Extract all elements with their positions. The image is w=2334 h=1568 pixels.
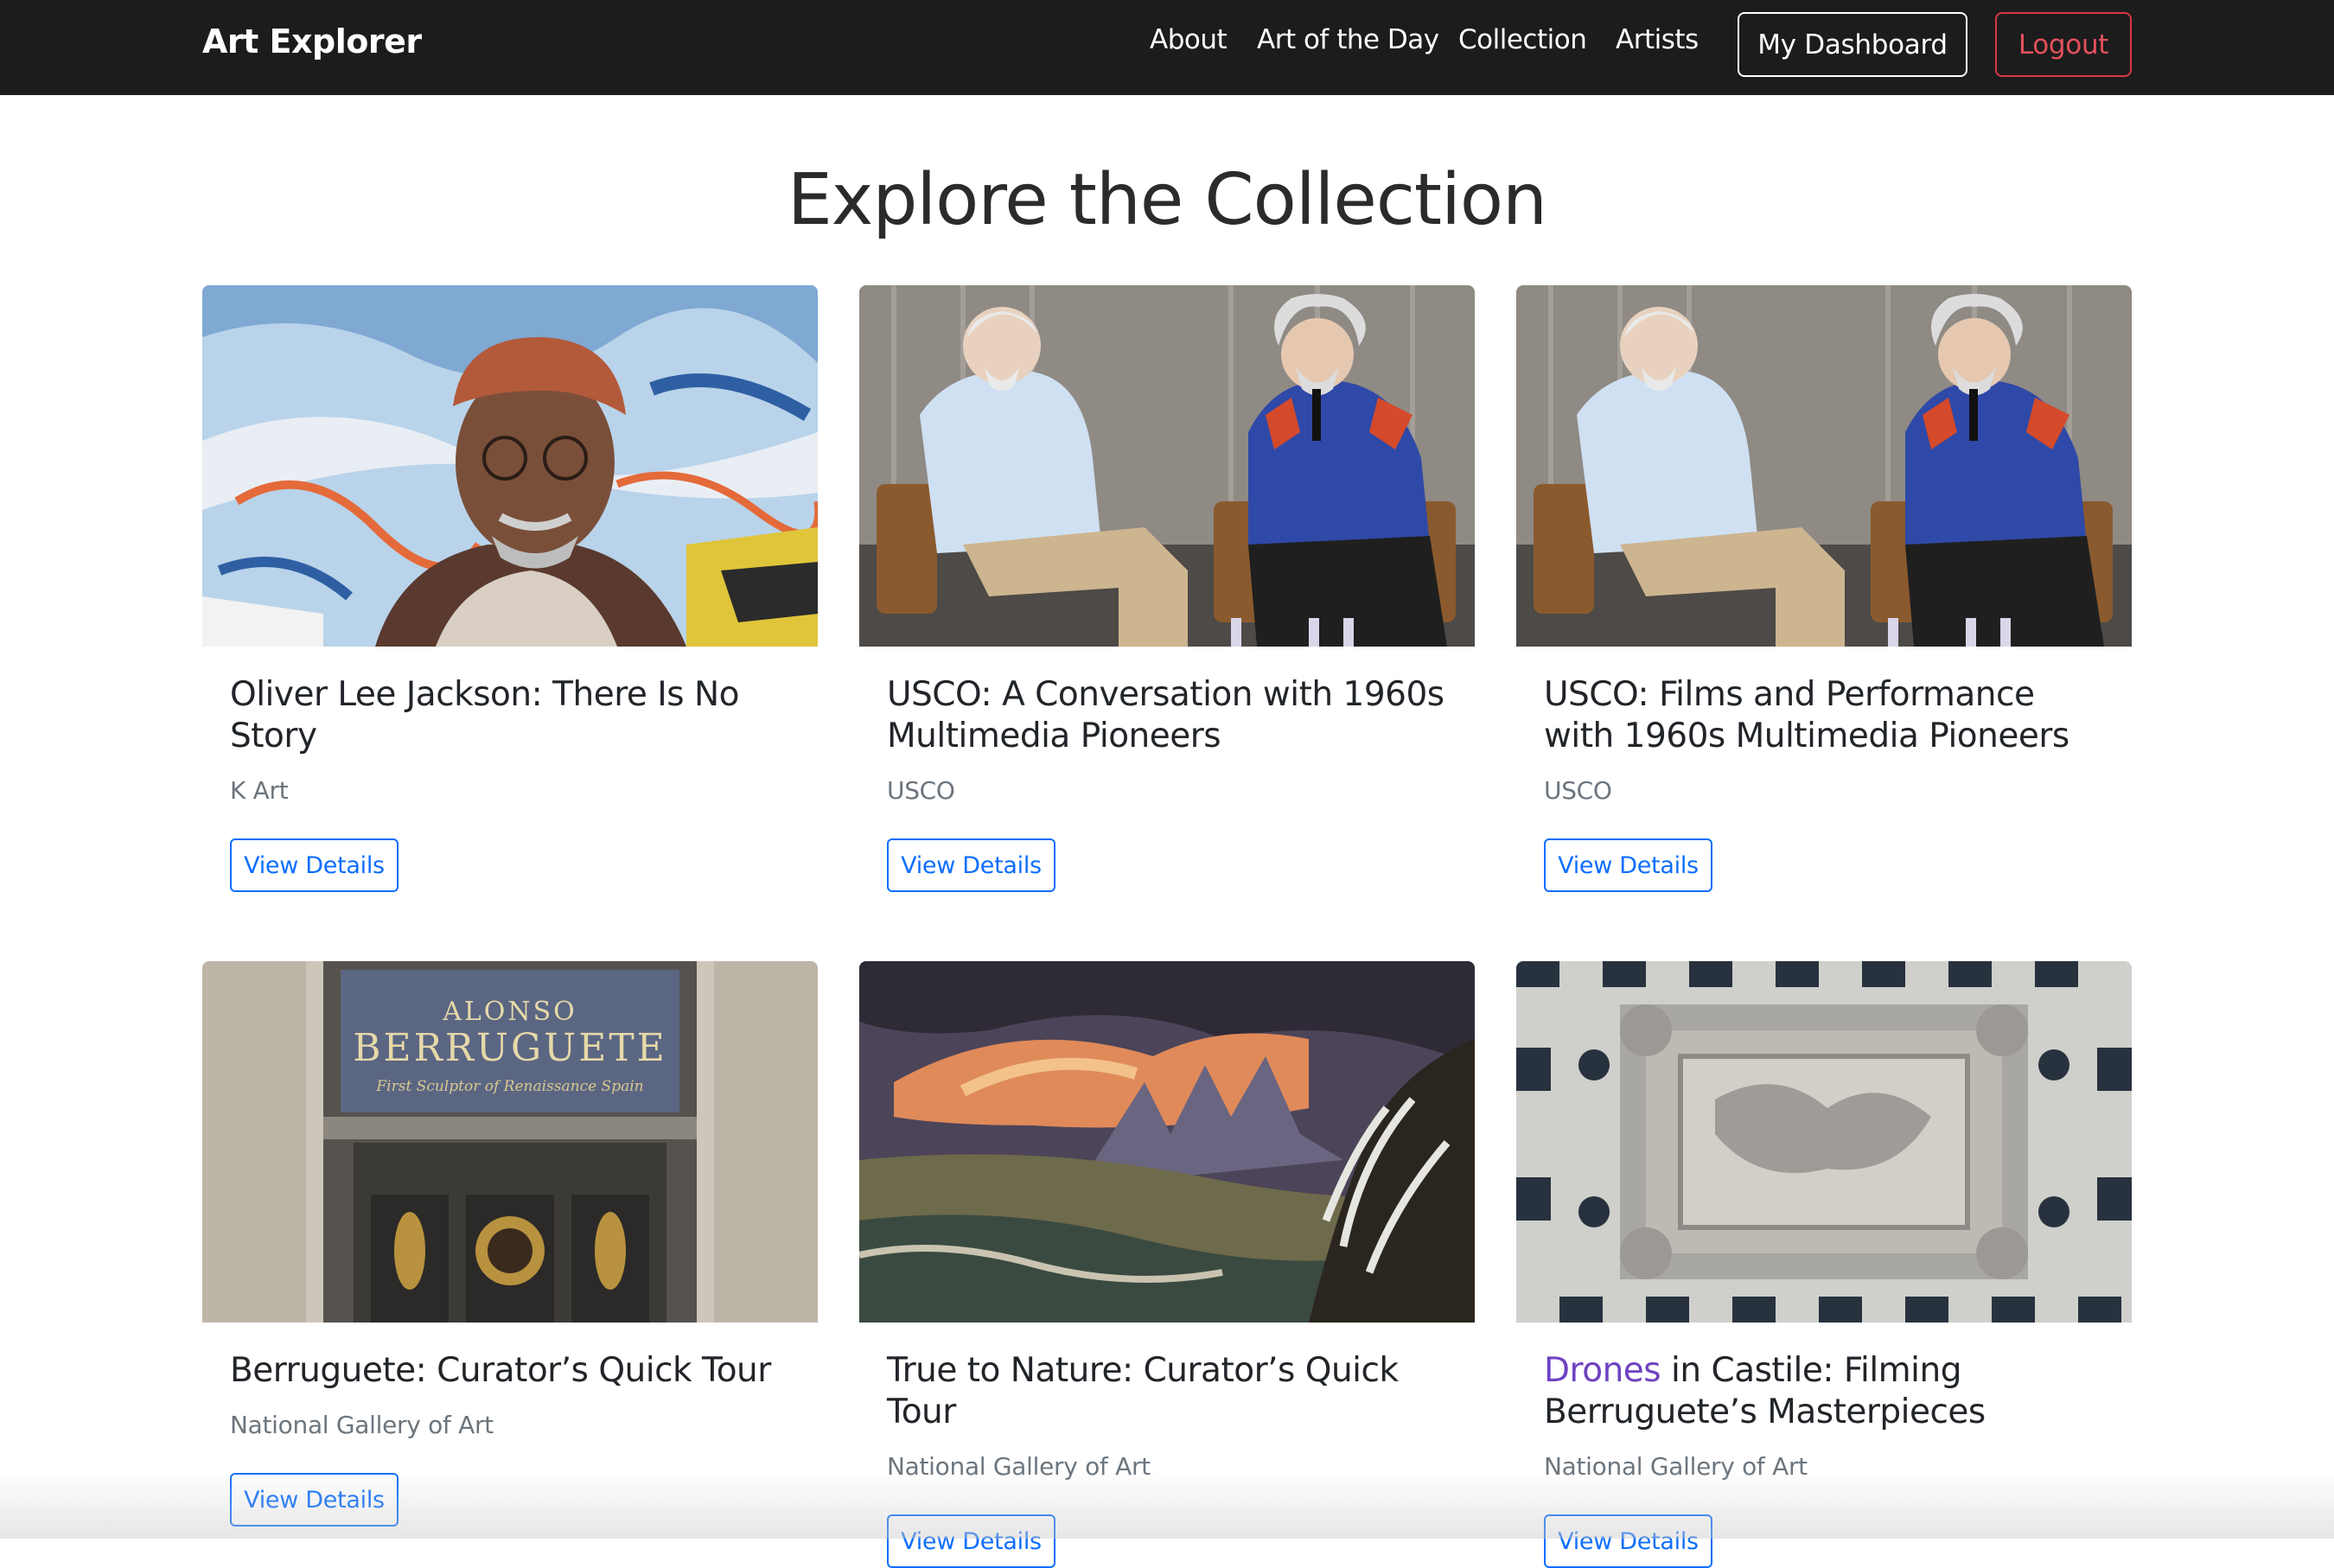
nav-link-art-of-the-day[interactable]: Art of the Day <box>1257 24 1439 55</box>
card-subtitle: National Gallery of Art <box>887 1452 1151 1481</box>
card-image-aerial-tomb[interactable] <box>1516 961 2132 1323</box>
card-subtitle: USCO <box>1544 776 1612 805</box>
card-title-accent-link[interactable]: Drones <box>1544 1351 1661 1390</box>
view-details-button[interactable]: View Details <box>887 1514 1055 1568</box>
card-title[interactable]: Oliver Lee Jackson: There Is No Story <box>230 674 800 757</box>
card-subtitle: K Art <box>230 776 289 805</box>
nav-link-collection[interactable]: Collection <box>1458 24 1587 55</box>
card-image-portrait[interactable] <box>202 285 818 647</box>
view-details-button[interactable]: View Details <box>1544 1514 1712 1568</box>
card-subtitle: National Gallery of Art <box>230 1411 494 1439</box>
page-title: Explore the Collection <box>788 159 1547 241</box>
card-title[interactable]: Drones in Castile: Filming Berruguete’s … <box>1544 1350 2114 1433</box>
logout-button[interactable]: Logout <box>1995 12 2132 77</box>
card-title[interactable]: USCO: A Conversation with 1960s Multimed… <box>887 674 1457 757</box>
card-title[interactable]: USCO: Films and Performance with 1960s M… <box>1544 674 2114 757</box>
sign-line-3: First Sculptor of Renaissance Spain <box>375 1078 643 1095</box>
sign-line-2: BERRUGUETE <box>353 1026 667 1070</box>
card-image-stage-performance[interactable] <box>1516 285 2132 647</box>
my-dashboard-button[interactable]: My Dashboard <box>1738 12 1967 77</box>
navbar: Art Explorer About Art of the Day Collec… <box>0 0 2334 95</box>
view-details-button[interactable]: View Details <box>887 838 1055 892</box>
view-details-button[interactable]: View Details <box>230 838 399 892</box>
card-image-gallery-entrance[interactable]: ALONSO BERRUGUETE First Sculptor of Rena… <box>202 961 818 1323</box>
nav-link-artists[interactable]: Artists <box>1616 24 1699 55</box>
card-subtitle: USCO <box>887 776 955 805</box>
brand-logo[interactable]: Art Explorer <box>202 22 422 61</box>
card-image-stage-conversation[interactable] <box>859 285 1475 647</box>
view-details-button[interactable]: View Details <box>1544 838 1712 892</box>
card-image-stormy-landscape[interactable] <box>859 961 1475 1323</box>
sign-line-1: ALONSO <box>442 997 577 1027</box>
card-subtitle: National Gallery of Art <box>1544 1452 1808 1481</box>
view-details-button[interactable]: View Details <box>230 1473 399 1527</box>
nav-link-about[interactable]: About <box>1150 24 1228 55</box>
card-title[interactable]: Berruguete: Curator’s Quick Tour <box>230 1350 800 1392</box>
card-title[interactable]: True to Nature: Curator’s Quick Tour <box>887 1350 1457 1433</box>
